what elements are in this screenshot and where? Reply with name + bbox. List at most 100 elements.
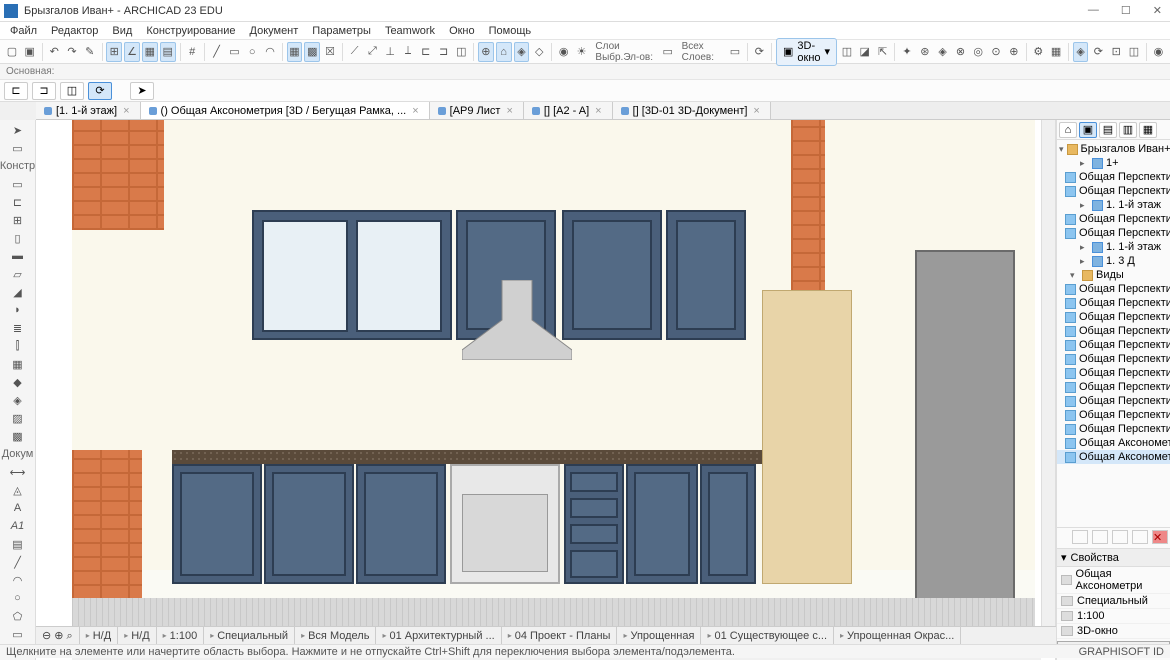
tree-item-10[interactable]: Общая Перспектива: [1057, 296, 1170, 310]
tree-item-5[interactable]: Общая Перспектива: [1057, 226, 1170, 240]
tree-item-13[interactable]: Общая Перспектива: [1057, 338, 1170, 352]
roof-tool-icon[interactable]: ◢: [4, 284, 32, 300]
minimize-button[interactable]: —: [1084, 2, 1103, 19]
r1-icon[interactable]: ⚙: [1030, 42, 1046, 62]
curtain-tool-icon[interactable]: ▦: [4, 356, 32, 372]
tab-2[interactable]: [АР9 Лист×: [430, 102, 524, 119]
tree-item-21[interactable]: Общая Аксонометри: [1057, 450, 1170, 464]
line-tool-icon[interactable]: ╱: [209, 42, 225, 62]
v4-icon[interactable]: ◇: [531, 42, 547, 62]
nav-tab4-icon[interactable]: ▥: [1119, 122, 1137, 138]
railing-tool-icon[interactable]: ⫿: [4, 338, 32, 354]
snap-icon[interactable]: ⊞: [106, 42, 122, 62]
dim-icon[interactable]: ⤢: [364, 42, 380, 62]
tree-item-2[interactable]: Общая Перспектива: [1057, 184, 1170, 198]
nav1-icon[interactable]: ✦: [899, 42, 915, 62]
mode4-button[interactable]: ⟳: [88, 82, 112, 100]
maximize-button[interactable]: ☐: [1117, 2, 1135, 19]
nav-tab3-icon[interactable]: ▤: [1099, 122, 1117, 138]
mode3-button[interactable]: ◫: [60, 82, 84, 100]
menu-редактор[interactable]: Редактор: [45, 23, 104, 39]
menu-документ[interactable]: Документ: [244, 23, 305, 39]
nav2-icon[interactable]: ⊛: [917, 42, 933, 62]
dim-tool-icon[interactable]: ⟷: [4, 464, 32, 480]
nb3-icon[interactable]: [1112, 530, 1128, 544]
tree-item-6[interactable]: ▸1. 1-й этаж: [1057, 240, 1170, 254]
tree-item-7[interactable]: ▸1. 3 Д: [1057, 254, 1170, 268]
v3-icon[interactable]: ◈: [514, 42, 530, 62]
navigator-tree[interactable]: ▾Брызгалов Иван+▸1+Общая ПерспективаОбща…: [1057, 140, 1170, 527]
nav4-icon[interactable]: ⊗: [953, 42, 969, 62]
arc-tool-icon[interactable]: ◠: [262, 42, 278, 62]
rect-tool-icon[interactable]: ▭: [227, 42, 243, 62]
label-tool-icon[interactable]: A1: [4, 518, 32, 534]
status-cell-5[interactable]: ▸01 Архитектурный ...: [376, 627, 501, 644]
text-tool-icon[interactable]: A: [4, 500, 32, 516]
tree-item-9[interactable]: Общая Перспектива: [1057, 282, 1170, 296]
close-icon[interactable]: ×: [410, 105, 420, 117]
status-cell-0[interactable]: ▸Н/Д: [80, 627, 118, 644]
circle-tool-icon[interactable]: ○: [244, 42, 260, 62]
delete-icon[interactable]: ✕: [1152, 530, 1168, 544]
layer-icon[interactable]: ▤: [160, 42, 176, 62]
status-cell-9[interactable]: ▸Упрощенная Окрас...: [834, 627, 961, 644]
menu-вид[interactable]: Вид: [106, 23, 138, 39]
tree-root[interactable]: ▾Брызгалов Иван+: [1057, 142, 1170, 156]
layer-b-icon[interactable]: ▭: [727, 42, 743, 62]
r5-icon[interactable]: ⊡: [1108, 42, 1124, 62]
t1-icon[interactable]: ⊥: [382, 42, 398, 62]
opt1-icon[interactable]: ▦: [287, 42, 303, 62]
tree-item-0[interactable]: ▸1+: [1057, 156, 1170, 170]
nav5-icon[interactable]: ◎: [970, 42, 986, 62]
close-icon[interactable]: ×: [121, 105, 131, 117]
layer-a-icon[interactable]: ▭: [660, 42, 676, 62]
r6-icon[interactable]: ◫: [1126, 42, 1142, 62]
sc-zoom[interactable]: ⊖ ⊕ ⌕: [36, 627, 80, 644]
tree-item-17[interactable]: Общая Перспектива: [1057, 394, 1170, 408]
drawing-canvas[interactable]: [72, 120, 1035, 646]
circle2-tool-icon[interactable]: ○: [4, 590, 32, 606]
tree-item-15[interactable]: Общая Перспектива: [1057, 366, 1170, 380]
t3-icon[interactable]: ⊏: [418, 42, 434, 62]
close-button[interactable]: ✕: [1149, 2, 1166, 19]
persp-icon[interactable]: ◫: [839, 42, 855, 62]
menu-окно[interactable]: Окно: [443, 23, 481, 39]
arc2-tool-icon[interactable]: ◠: [4, 572, 32, 588]
menu-teamwork[interactable]: Teamwork: [379, 23, 441, 39]
status-cell-8[interactable]: ▸01 Существующее с...: [701, 627, 834, 644]
nav-tab2-icon[interactable]: ▣: [1079, 122, 1097, 138]
grid-icon[interactable]: ▦: [142, 42, 158, 62]
walk-icon[interactable]: ⇱: [875, 42, 891, 62]
nav3-icon[interactable]: ◈: [935, 42, 951, 62]
poly-tool-icon[interactable]: ⬠: [4, 608, 32, 624]
eye1-icon[interactable]: ◉: [556, 42, 572, 62]
refresh-icon[interactable]: ⟳: [752, 42, 768, 62]
menu-параметры[interactable]: Параметры: [306, 23, 377, 39]
tab-3[interactable]: [] [A2 - A]×: [524, 102, 613, 119]
3d-window-button[interactable]: ▣ 3D-окно ▾: [776, 38, 837, 66]
tree-item-12[interactable]: Общая Перспектива: [1057, 324, 1170, 338]
status-cell-7[interactable]: ▸Упрощенная: [617, 627, 701, 644]
t4-icon[interactable]: ⊐: [436, 42, 452, 62]
close-icon[interactable]: ×: [751, 105, 761, 117]
r2-icon[interactable]: ▦: [1048, 42, 1064, 62]
tree-item-4[interactable]: Общая Перспектива: [1057, 212, 1170, 226]
measure-icon[interactable]: ⟋: [347, 42, 363, 62]
close-icon[interactable]: ×: [504, 105, 514, 117]
camera-icon[interactable]: ◉: [1151, 42, 1167, 62]
status-cell-4[interactable]: ▸Вся Модель: [295, 627, 376, 644]
tree-item-16[interactable]: Общая Перспектива: [1057, 380, 1170, 394]
line2-tool-icon[interactable]: ╱: [4, 554, 32, 570]
hash-icon[interactable]: #: [184, 42, 200, 62]
nb2-icon[interactable]: [1092, 530, 1108, 544]
menu-конструирование[interactable]: Конструирование: [140, 23, 241, 39]
morph-tool-icon[interactable]: ◆: [4, 374, 32, 390]
tree-item-14[interactable]: Общая Перспектива: [1057, 352, 1170, 366]
tree-item-8[interactable]: ▾Виды: [1057, 268, 1170, 282]
fill-tool-icon[interactable]: ▤: [4, 536, 32, 552]
wall-tool-icon[interactable]: ▭: [4, 176, 32, 192]
open-icon[interactable]: ▣: [22, 42, 38, 62]
nav6-icon[interactable]: ⊙: [988, 42, 1004, 62]
status-cell-6[interactable]: ▸04 Проект - Планы: [502, 627, 618, 644]
opt2-icon[interactable]: ▩: [304, 42, 320, 62]
